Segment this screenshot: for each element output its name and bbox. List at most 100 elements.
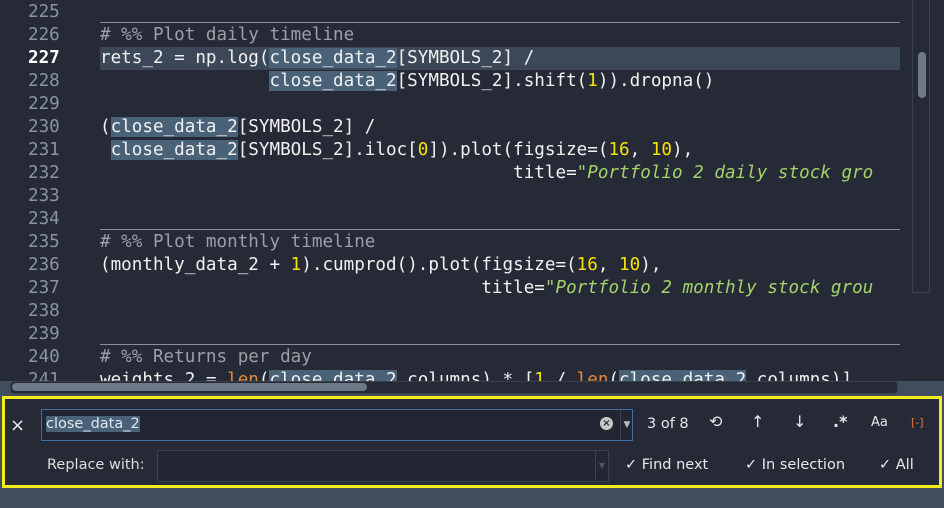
code-token: 1 xyxy=(290,255,302,275)
code-text: # %% Plot daily timeline xyxy=(100,24,354,47)
code-token: 10 xyxy=(619,255,641,275)
code-editor[interactable]: 225 226 # %% Plot daily timeline 227 rets_2 … xyxy=(0,0,944,381)
code-token: , xyxy=(597,255,620,275)
replace-in-selection-button[interactable]: ✓ In selection xyxy=(745,457,845,473)
code-text: weights_2 = len(close_data_2.columns) * … xyxy=(100,369,852,381)
line-number: 239 xyxy=(28,324,60,344)
find-previous-icon[interactable]: ↑ xyxy=(751,412,764,431)
code-line[interactable]: 237 title="Portfolio 2 monthly stock gro… xyxy=(0,277,930,300)
code-line[interactable]: 232 title="Portfolio 2 daily stock gro xyxy=(0,162,930,185)
code-token: (monthly_data_2 + xyxy=(100,255,291,275)
chevron-down-icon[interactable]: ▼ xyxy=(620,410,633,440)
code-token: .columns)] xyxy=(746,370,853,381)
check-icon: ✓ xyxy=(745,457,758,473)
code-line[interactable]: 225 xyxy=(0,1,930,24)
case-sensitive-icon[interactable]: Aa xyxy=(871,415,888,430)
code-token: title= xyxy=(100,278,545,298)
code-text: (monthly_data_2 + 1).cumprod().plot(figs… xyxy=(100,254,661,277)
search-match: close_data_2 xyxy=(619,370,747,381)
code-line[interactable]: 228 close_data_2[SYMBOLS_2].shift(1)).dr… xyxy=(0,70,930,93)
chevron-down-icon[interactable]: ▼ xyxy=(595,451,608,481)
code-token: # %% Plot monthly timeline xyxy=(100,232,376,252)
code-token: , xyxy=(629,140,651,160)
line-number: 234 xyxy=(28,209,60,229)
code-token: len xyxy=(227,370,259,381)
whole-word-icon[interactable]: [-] xyxy=(911,416,924,429)
cell-separator xyxy=(100,22,900,23)
code-line[interactable]: 240 # %% Returns per day xyxy=(0,346,930,369)
code-line[interactable]: 229 xyxy=(0,93,930,116)
cell-separator xyxy=(100,229,900,230)
clear-icon[interactable]: × xyxy=(600,417,613,430)
code-token: [SYMBOLS_2].iloc[ xyxy=(237,140,418,160)
find-next-icon[interactable]: ↓ xyxy=(793,412,806,431)
in-selection-label: In selection xyxy=(761,457,846,473)
code-token: ( xyxy=(100,117,111,137)
search-input[interactable]: close_data_2 × ▼ xyxy=(41,409,633,441)
code-line[interactable]: 238 xyxy=(0,300,930,323)
search-match: close_data_2 xyxy=(269,71,397,91)
close-icon[interactable]: × xyxy=(10,415,25,436)
match-count: 3 of 8 xyxy=(647,416,689,432)
all-label: All xyxy=(895,457,914,473)
code-token: rets_2 = np.log( xyxy=(100,48,270,68)
check-icon: ✓ xyxy=(879,457,892,473)
line-number: 226 xyxy=(28,25,60,45)
line-number: 236 xyxy=(28,255,60,275)
code-token: title= xyxy=(100,163,577,183)
code-line[interactable]: 241 weights_2 = len(close_data_2.columns)… xyxy=(0,369,930,381)
line-number: 225 xyxy=(28,2,60,22)
code-token: 16 xyxy=(576,255,598,275)
code-token: 10 xyxy=(650,140,673,160)
code-token: # %% Returns per day xyxy=(100,347,312,367)
code-token: 16 xyxy=(608,140,630,160)
code-token: )).dropna() xyxy=(597,71,715,91)
vertical-scrollbar-track[interactable] xyxy=(912,0,930,293)
line-number: 228 xyxy=(28,71,60,91)
line-number: 241 xyxy=(28,370,60,381)
code-token: / xyxy=(544,370,577,381)
code-line[interactable]: 234 xyxy=(0,208,930,231)
replace-all-button[interactable]: ✓ All xyxy=(879,457,914,473)
code-text: close_data_2[SYMBOLS_2].iloc[0]).plot(fi… xyxy=(100,139,693,162)
replace-input[interactable]: ▼ xyxy=(157,450,609,482)
code-token: ( xyxy=(258,370,270,381)
code-line[interactable]: 239 xyxy=(0,323,930,346)
search-match: close_data_2 xyxy=(110,117,238,137)
code-text: title="Portfolio 2 daily stock gro xyxy=(100,162,873,185)
code-line[interactable]: 230 (close_data_2[SYMBOLS_2] / xyxy=(0,116,930,139)
code-line[interactable]: 226 # %% Plot daily timeline xyxy=(0,24,930,47)
code-token: [SYMBOLS_2].shift( xyxy=(396,71,588,91)
code-line[interactable]: 235 # %% Plot monthly timeline xyxy=(0,231,930,254)
find-replace-panel: × close_data_2 × ▼ 3 of 8 ⟲ ↑ ↓ .* Aa [-… xyxy=(2,396,942,488)
code-token: 1 xyxy=(587,71,598,91)
line-number: 235 xyxy=(28,232,60,252)
wrap-search-icon[interactable]: ⟲ xyxy=(709,412,722,431)
replace-label: Replace with: xyxy=(47,457,145,473)
code-token: 0 xyxy=(417,140,429,160)
code-text: # %% Plot monthly timeline xyxy=(100,231,375,254)
line-number: 240 xyxy=(28,347,60,367)
line-number: 232 xyxy=(28,163,60,183)
code-token: "Portfolio 2 monthly stock grou xyxy=(544,278,874,298)
code-line[interactable]: 227 rets_2 = np.log(close_data_2[SYMBOLS_… xyxy=(0,47,930,70)
line-number: 233 xyxy=(28,186,60,206)
code-line[interactable]: 233 xyxy=(0,185,930,208)
search-match: close_data_2 xyxy=(269,370,397,381)
code-text: close_data_2[SYMBOLS_2].shift(1)).dropna… xyxy=(100,70,714,93)
code-line[interactable]: 231 close_data_2[SYMBOLS_2].iloc[0]).plo… xyxy=(0,139,930,162)
code-line[interactable]: 236 (monthly_data_2 + 1).cumprod().plot(f… xyxy=(0,254,930,277)
code-token: 1 xyxy=(534,370,545,381)
replace-find-next-button[interactable]: ✓ Find next xyxy=(625,457,708,473)
search-match: close_data_2 xyxy=(269,48,397,68)
regex-icon[interactable]: .* xyxy=(833,412,847,431)
code-text: (close_data_2[SYMBOLS_2] / xyxy=(100,116,375,139)
code-token: # %% Plot daily timeline xyxy=(100,25,355,45)
horizontal-scrollbar-thumb[interactable] xyxy=(12,383,367,391)
code-token: ).cumprod().plot(figsize=( xyxy=(301,255,577,275)
vertical-scrollbar-thumb[interactable] xyxy=(918,52,926,98)
line-number: 229 xyxy=(28,94,60,114)
line-number: 230 xyxy=(28,117,60,137)
